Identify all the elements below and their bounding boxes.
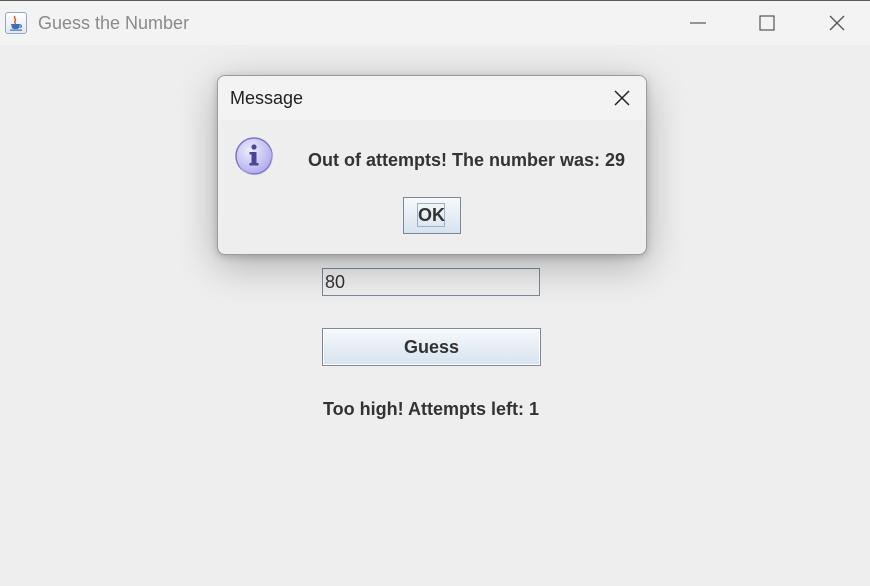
window-title: Guess the Number [38,13,190,33]
message-dialog: Message Out of attempts! The number was:… [217,75,647,255]
ok-button[interactable]: OK [403,197,461,234]
maximize-icon [759,15,775,31]
maximize-button[interactable] [732,1,802,45]
close-icon [614,90,630,106]
guess-input[interactable] [322,268,540,296]
java-cup-icon [5,12,27,34]
dialog-close-button[interactable] [610,86,634,110]
guess-button[interactable]: Guess [322,328,541,366]
dialog-title: Message [230,88,304,108]
minimize-button[interactable] [663,1,733,45]
minimize-icon [690,22,706,24]
window-titlebar[interactable]: Guess the Number [0,1,870,45]
dialog-titlebar[interactable]: Message [218,76,646,120]
close-icon [829,15,845,31]
result-label: Too high! Attempts left: 1 [323,399,539,419]
info-icon [234,136,274,176]
ok-button-label: OK [417,203,445,227]
close-window-button[interactable] [802,1,870,45]
main-window: Guess the Number Guess Too high! Attempt… [0,0,870,586]
dialog-message: Out of attempts! The number was: 29 [308,150,626,170]
